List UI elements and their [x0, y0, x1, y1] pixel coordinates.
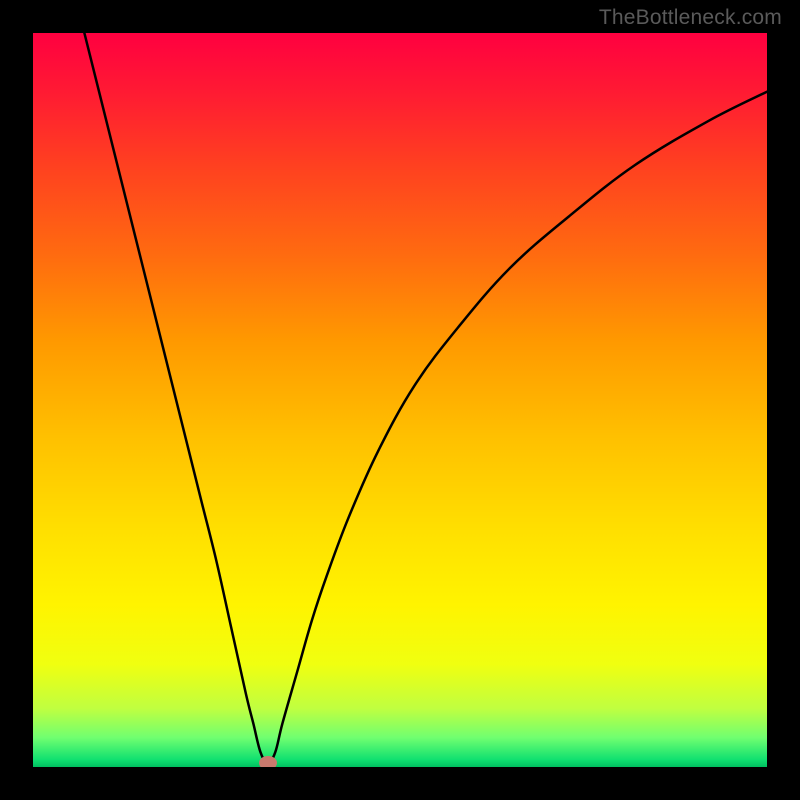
curve-layer [33, 33, 767, 767]
bottleneck-curve [84, 33, 767, 763]
plot-area [33, 33, 767, 767]
watermark-text: TheBottleneck.com [599, 6, 782, 30]
chart-frame: TheBottleneck.com [0, 0, 800, 800]
optimal-point-marker [259, 756, 277, 767]
